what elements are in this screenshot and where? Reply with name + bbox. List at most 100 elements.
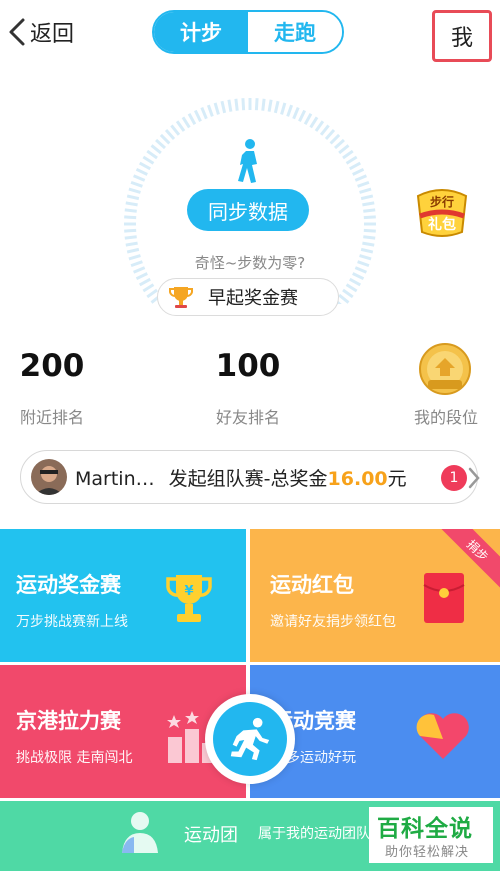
gauge-tick	[135, 272, 148, 281]
avatar	[31, 459, 67, 495]
walking-gift-badge[interactable]: 步行 礼包	[412, 182, 472, 240]
gauge-tick	[338, 144, 350, 155]
prize-amount: 16.00	[327, 467, 388, 490]
gauge-tick	[128, 187, 141, 194]
gauge-tick	[234, 98, 239, 111]
zero-steps-message: 奇怪~步数为零?	[194, 254, 306, 272]
team-race-banner[interactable]: Martin… 发起组队赛-总奖金16.00元 1	[20, 450, 480, 504]
gauge-tick	[329, 133, 341, 145]
gauge-tick	[292, 107, 300, 120]
gauge-tick	[298, 109, 307, 122]
tile-sports-red-packet[interactable]: 运动红包 邀请好友捐步领红包 捐步	[250, 529, 500, 662]
sync-data-button[interactable]: 同步数据	[187, 189, 309, 231]
gauge-tick	[213, 102, 220, 115]
gauge-tick	[181, 116, 191, 129]
friend-rank-label: 好友排名	[215, 408, 280, 427]
red-envelope-icon	[423, 573, 465, 623]
gauge-tick	[309, 116, 319, 129]
tile-subtitle: 邀请好友捐步领红包	[270, 614, 396, 630]
tile-title: 运动奖金赛	[16, 573, 121, 597]
chevron-right-icon	[468, 467, 480, 489]
watermark-title: 百科全说	[377, 816, 473, 842]
gauge-tick	[352, 167, 365, 176]
top-bar: 返回 计步 走跑 我	[0, 0, 500, 64]
back-button[interactable]: 返回	[6, 14, 74, 50]
gauge-tick	[303, 112, 313, 125]
my-level-badge[interactable]	[414, 342, 476, 398]
gauge-tick	[352, 272, 365, 281]
tile-title: 京港拉力赛	[16, 709, 121, 733]
gauge-tick	[142, 283, 155, 293]
gauge-tick	[193, 109, 202, 122]
svg-text:¥: ¥	[184, 584, 193, 599]
gauge-tick	[124, 235, 137, 240]
gauge-tick	[133, 174, 146, 182]
gauge-tick	[273, 100, 280, 114]
gauge-tick	[124, 215, 137, 220]
gauge-tick	[227, 99, 233, 112]
gauge-tick	[155, 138, 166, 150]
gauge-tick	[360, 194, 374, 201]
gauge-tick	[150, 144, 162, 155]
watermark-subtitle: 助你轻松解决	[385, 845, 470, 860]
gauge-tick	[170, 124, 181, 136]
trophy-icon: ¥	[166, 575, 212, 622]
gauge-tick	[261, 98, 266, 111]
gauge-tick	[362, 201, 375, 207]
gauge-tick	[138, 277, 151, 287]
gauge-tick	[345, 155, 358, 165]
tab-walk-run[interactable]: 走跑	[248, 12, 342, 52]
gauge-tick	[314, 120, 325, 132]
gauge-tick	[354, 266, 367, 274]
team-race-desc: 发起组队赛-总奖金	[168, 467, 328, 490]
notification-badge: 1	[441, 465, 467, 491]
club-title: 运动团	[184, 825, 238, 846]
gauge-tick	[159, 133, 171, 145]
gauge-tick	[286, 104, 294, 117]
gauge-tick	[319, 124, 330, 136]
trophy-icon	[169, 287, 193, 308]
gauge-tick	[360, 247, 374, 254]
avatar-image	[31, 459, 67, 495]
tile-sports-prize-race[interactable]: 运动奖金赛 万步挑战赛新上线 ¥	[0, 529, 246, 662]
gauge-tick	[126, 194, 140, 201]
me-button[interactable]: 我	[432, 10, 492, 62]
gauge-tick	[267, 99, 273, 112]
gauge-tick	[359, 254, 372, 261]
gauge-tick	[124, 228, 137, 233]
person-group-icon	[122, 812, 158, 853]
start-run-button[interactable]	[205, 694, 295, 784]
gauge-tick	[138, 161, 151, 171]
svg-text:礼包: 礼包	[428, 216, 456, 233]
gauge-tick	[130, 260, 143, 268]
gauge-tick	[128, 254, 141, 261]
my-level-label: 我的段位	[413, 408, 478, 427]
walking-person-icon	[238, 139, 257, 183]
gauge-tick	[349, 277, 362, 287]
running-person-icon	[230, 717, 270, 761]
tile-subtitle: 挑战极限 走南闯北	[16, 750, 133, 766]
team-user-name: Martin…	[75, 467, 155, 490]
morning-race-button[interactable]: 早起奖金赛	[157, 278, 339, 316]
watermark: 百科全说 助你轻松解决	[369, 807, 493, 863]
friend-rank-value[interactable]: 100	[210, 348, 286, 384]
gold-medal-icon	[419, 343, 471, 395]
gauge-tick	[362, 241, 375, 247]
gauge-tick	[220, 100, 227, 114]
gauge-tick	[142, 155, 155, 165]
tab-step-count[interactable]: 计步	[154, 12, 248, 52]
gauge-tick	[334, 138, 345, 150]
morning-race-label: 早起奖金赛	[208, 288, 298, 309]
gauge-tick	[133, 266, 146, 274]
gauge-tick	[354, 174, 367, 182]
run-button-circle	[213, 702, 287, 776]
nearby-rank-value[interactable]: 200	[14, 348, 90, 384]
gauge-tick	[175, 120, 186, 132]
gift-pack-icon: 步行 礼包	[416, 189, 468, 237]
nearby-rank-label: 附近排名	[19, 408, 84, 427]
gauge-tick	[130, 180, 143, 188]
gauge-tick	[125, 201, 138, 207]
mode-switch: 计步 走跑	[152, 10, 344, 54]
gauge-tick	[349, 161, 362, 171]
back-label: 返回	[30, 22, 75, 47]
